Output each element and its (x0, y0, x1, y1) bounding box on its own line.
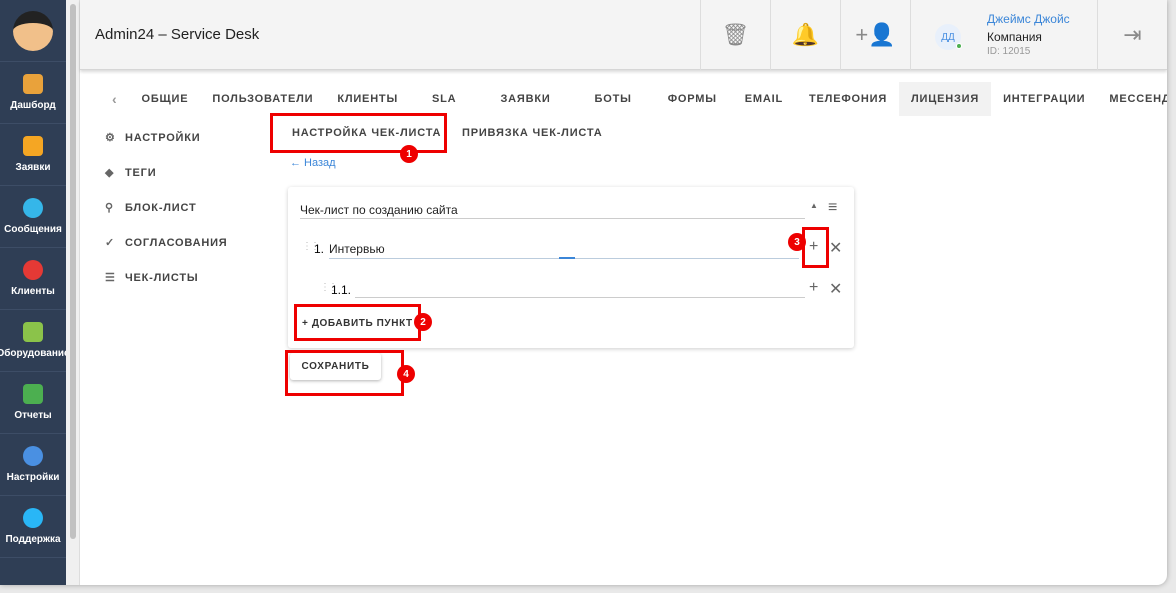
gear-icon (23, 446, 43, 466)
user-name[interactable]: Джеймс Джойс (987, 12, 1070, 26)
tab-general[interactable]: ОБЩИЕ (129, 82, 200, 116)
tabs-prev-icon[interactable]: ‹ (100, 82, 129, 116)
item-number: 1. (314, 242, 325, 256)
trash-icon: 🗑 (721, 22, 750, 47)
menu-tags[interactable]: ◆ ТЕГИ (105, 166, 157, 180)
annotation-badge: 1 (400, 145, 418, 163)
tab-license[interactable]: ЛИЦЕНЗИЯ (899, 82, 992, 116)
app-window: Дашборд Заявки Сообщения Клиенты Оборудо… (0, 0, 1167, 585)
label: Поддержка (5, 534, 61, 545)
tab-tickets[interactable]: ЗАЯВКИ (478, 82, 572, 116)
annotation-box (285, 350, 404, 396)
item-number: 1.1. (331, 283, 352, 297)
app-title: Admin24 – Service Desk (95, 26, 260, 43)
menu-approvals[interactable]: ✓ СОГЛАСОВАНИЯ (105, 236, 228, 250)
checklist-icon: ☰ (105, 272, 116, 284)
annotation-badge: 4 (397, 365, 415, 383)
bell-icon: 🔔 (791, 22, 820, 47)
tab-bots[interactable]: БОТЫ (573, 82, 654, 116)
settings-tabs: ‹ ОБЩИЕ ПОЛЬЗОВАТЕЛИ КЛИЕНТЫ SLA ЗАЯВКИ … (100, 82, 1167, 116)
label: Сообщения (4, 224, 62, 235)
label: НАСТРОЙКИ (125, 131, 201, 144)
item-input[interactable] (355, 283, 805, 298)
megaphone-icon (23, 136, 43, 156)
user-block-icon: ⚲ (105, 202, 114, 214)
notifications-button[interactable]: 🔔 (770, 0, 840, 70)
collapse-icon[interactable]: ▲ (810, 201, 818, 210)
tab-messengers[interactable]: МЕССЕНДЖЕРЫ (1097, 82, 1167, 116)
sidebar-item-tickets[interactable]: Заявки (0, 124, 66, 186)
subtab-checklist-binding[interactable]: ПРИВЯЗКА ЧЕК-ЛИСТА (462, 127, 602, 139)
clients-icon (23, 260, 43, 280)
help-icon (23, 508, 43, 528)
checklist-name-input[interactable]: Чек-лист по созданию сайта (300, 203, 805, 219)
check-circle-icon: ✓ (105, 237, 116, 249)
sidebar-item-equipment[interactable]: Оборудование (0, 310, 70, 372)
online-status-icon (956, 43, 962, 49)
header: Admin24 – Service Desk 🗑 🔔 +👤 ДД Джеймс … (80, 0, 1167, 70)
label: Настройки (6, 472, 60, 483)
logout-button[interactable]: ⇥ (1097, 0, 1167, 70)
dashboard-icon (23, 74, 43, 94)
label: Заявки (15, 162, 51, 173)
gears-icon: ⚙ (105, 132, 116, 144)
sidebar-item-support[interactable]: Поддержка (0, 496, 66, 558)
annotation-box (802, 227, 829, 268)
tab-forms[interactable]: ФОРМЫ (654, 82, 731, 116)
user-profile[interactable]: ДД Джеймс Джойс Компания ID: 12015 (910, 0, 1097, 70)
tab-sla[interactable]: SLA (410, 82, 478, 116)
label: Отчеты (14, 410, 52, 421)
label: ТЕГИ (125, 166, 157, 179)
tab-integrations[interactable]: ИНТЕГРАЦИИ (991, 82, 1097, 116)
sidebar-item-settings[interactable]: Настройки (0, 434, 66, 496)
logo-avatar (0, 0, 66, 62)
trash-button[interactable]: 🗑 (700, 0, 770, 70)
add-subitem-icon[interactable]: + (809, 279, 818, 297)
close-icon[interactable]: ✕ (829, 238, 842, 258)
label: Дашборд (10, 100, 56, 111)
tab-clients[interactable]: КЛИЕНТЫ (325, 82, 410, 116)
sidebar: Дашборд Заявки Сообщения Клиенты Оборудо… (0, 0, 70, 585)
label: Клиенты (11, 286, 55, 297)
add-user-button[interactable]: +👤 (840, 0, 910, 70)
tab-telephony[interactable]: ТЕЛЕФОНИЯ (797, 82, 899, 116)
sidebar-item-messages[interactable]: Сообщения (0, 186, 66, 248)
reports-icon (23, 384, 43, 404)
tab-email[interactable]: EMAIL (731, 82, 797, 116)
menu-checklists[interactable]: ☰ ЧЕК-ЛИСТЫ (105, 271, 199, 285)
tag-icon: ◆ (105, 167, 115, 179)
sidebar-item-reports[interactable]: Отчеты (0, 372, 66, 434)
label: СОГЛАСОВАНИЯ (125, 236, 228, 249)
add-user-icon: +👤 (855, 22, 896, 47)
menu-settings[interactable]: ⚙ НАСТРОЙКИ (105, 131, 201, 145)
chat-icon (23, 198, 43, 218)
label: БЛОК-ЛИСТ (125, 201, 197, 214)
equipment-icon (23, 322, 43, 342)
annotation-box (270, 113, 447, 153)
annotation-box (294, 304, 421, 341)
sidebar-item-clients[interactable]: Клиенты (0, 248, 66, 310)
user-id: ID: 12015 (987, 46, 1031, 57)
sort-icon[interactable]: ≡ (828, 199, 837, 217)
sidebar-scrollbar[interactable] (66, 0, 80, 585)
tab-users[interactable]: ПОЛЬЗОВАТЕЛИ (200, 82, 325, 116)
logout-icon: ⇥ (1123, 22, 1142, 47)
sidebar-item-dashboard[interactable]: Дашборд (0, 62, 66, 124)
label: Оборудование (0, 348, 70, 359)
close-icon[interactable]: ✕ (829, 279, 842, 299)
annotation-badge: 2 (414, 313, 432, 331)
back-link[interactable]: ← Назад (290, 157, 336, 169)
user-company: Компания (987, 30, 1042, 44)
annotation-badge: 3 (788, 233, 806, 251)
menu-blocklist[interactable]: ⚲ БЛОК-ЛИСТ (105, 201, 197, 215)
label: ЧЕК-ЛИСТЫ (125, 271, 199, 284)
